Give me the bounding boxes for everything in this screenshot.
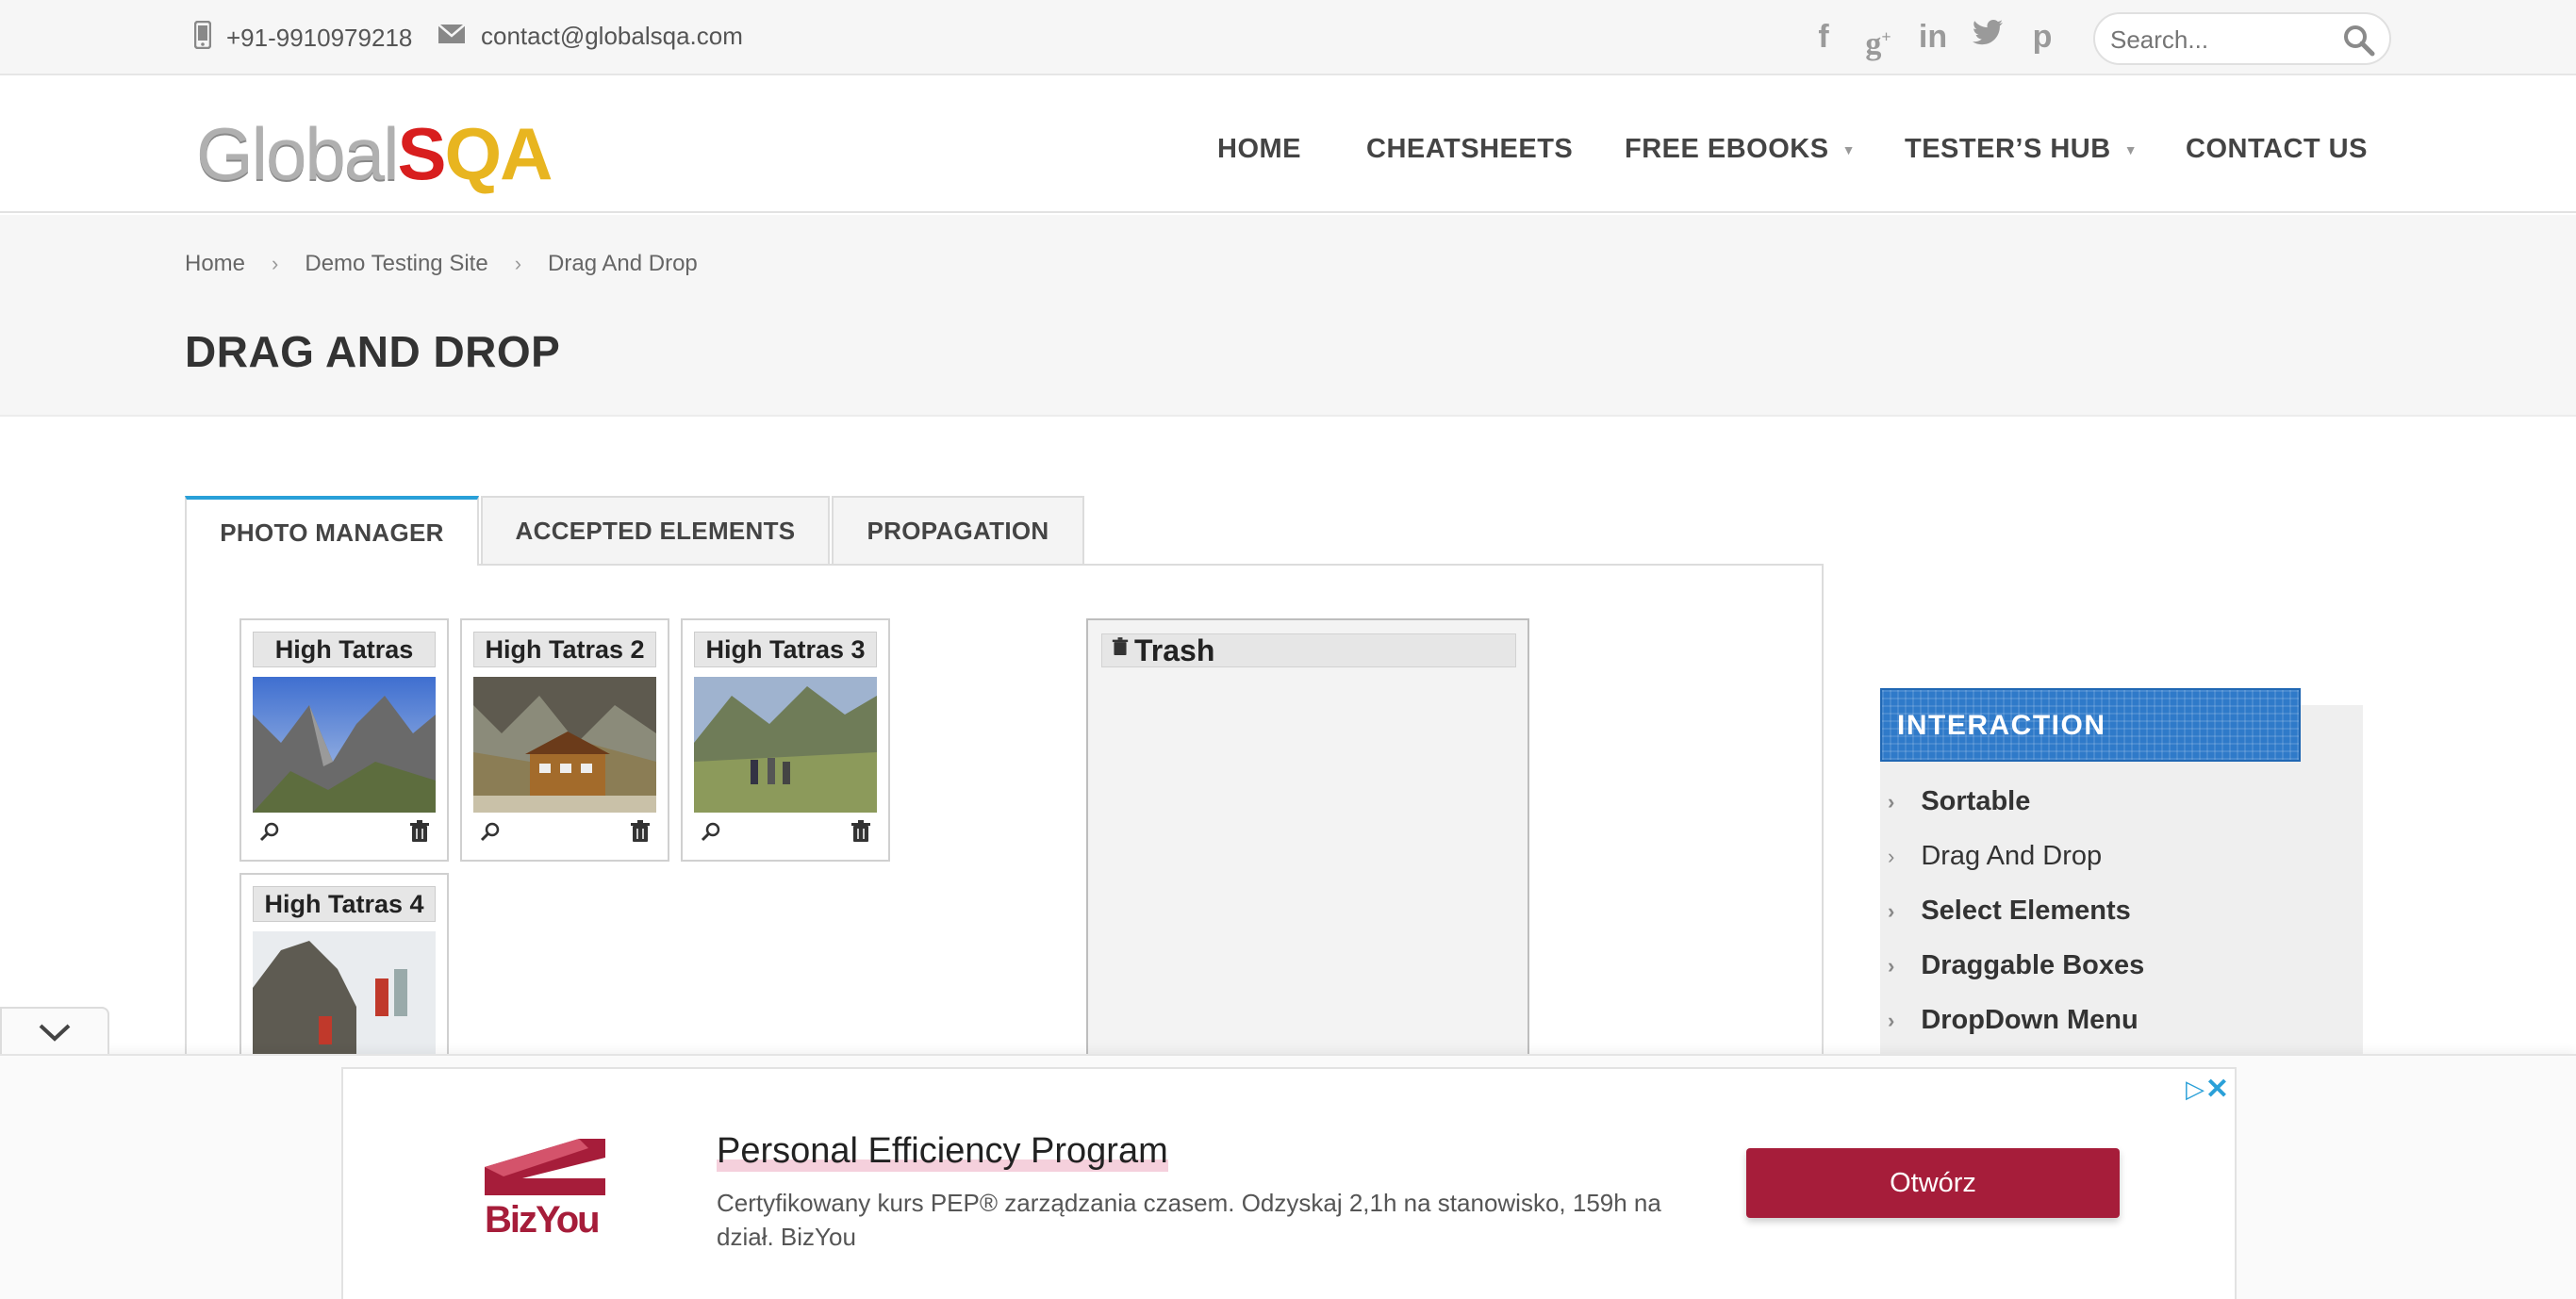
email-address[interactable]: contact@globalsqa.com bbox=[481, 22, 743, 51]
page-header-band: Home › Demo Testing Site › Drag And Drop… bbox=[0, 215, 2576, 417]
nav-cheatsheets[interactable]: CHEATSHEETS bbox=[1366, 134, 1573, 165]
breadcrumb: Home › Demo Testing Site › Drag And Drop bbox=[185, 251, 698, 277]
caret-down-icon: ▼ bbox=[1841, 141, 1856, 157]
phone-number: +91-9910979218 bbox=[226, 24, 413, 52]
trash-icon bbox=[1112, 637, 1129, 655]
search-icon[interactable] bbox=[2340, 22, 2378, 59]
nav-testers-hub[interactable]: TESTER’S HUB ▼ bbox=[1905, 134, 2138, 165]
twitter-icon[interactable] bbox=[1971, 19, 2005, 55]
page-title: DRAG AND DROP bbox=[185, 327, 561, 376]
trash-icon[interactable] bbox=[850, 820, 871, 843]
nav-contact-us[interactable]: CONTACT US bbox=[2186, 134, 2368, 165]
nav-free-ebooks[interactable]: FREE EBOOKS ▼ bbox=[1625, 134, 1856, 165]
sidebar-item-label: Select Elements bbox=[1921, 896, 2131, 926]
breadcrumb-current: Drag And Drop bbox=[548, 251, 698, 276]
bizyou-logo: BizYou bbox=[485, 1139, 605, 1241]
sidebar-item-label: Sortable bbox=[1921, 786, 2031, 816]
chevron-right-icon: › bbox=[1888, 1008, 1895, 1032]
trash-icon[interactable] bbox=[409, 820, 430, 843]
hikers-photo bbox=[694, 677, 877, 813]
tab-accepted-elements[interactable]: ACCEPTED ELEMENTS bbox=[481, 496, 830, 564]
ad-collapse-button[interactable] bbox=[0, 1007, 109, 1054]
search-input[interactable] bbox=[2110, 24, 2337, 56]
nav-home-label: HOME bbox=[1217, 134, 1301, 164]
ad-banner: BizYou Personal Efficiency Program Certy… bbox=[0, 1054, 2576, 1299]
widget-title: INTERACTION bbox=[1880, 688, 2301, 762]
chevron-down-icon bbox=[39, 1024, 71, 1042]
ad-title[interactable]: Personal Efficiency Program bbox=[717, 1131, 1168, 1172]
logo-text-global: Global bbox=[196, 112, 399, 195]
logo-text-s: S bbox=[397, 112, 446, 195]
tab-photo-manager[interactable]: PHOTO MANAGER bbox=[185, 496, 479, 566]
ad-description: Certyfikowany kurs PEP® zarządzania czas… bbox=[717, 1189, 1661, 1251]
gallery-item[interactable]: High Tatras bbox=[239, 618, 449, 862]
sidebar-item-draggable-boxes[interactable]: › Draggable Boxes bbox=[1888, 950, 2144, 981]
tab-propagation[interactable]: PROPAGATION bbox=[832, 496, 1084, 564]
ad-open-button[interactable]: Otwórz bbox=[1746, 1148, 2120, 1218]
chevron-right-icon: › bbox=[514, 252, 522, 275]
sidebar-item-label: DropDown Menu bbox=[1921, 1005, 2138, 1035]
mountain-photo bbox=[253, 677, 436, 813]
logo-text-qa: QA bbox=[444, 112, 553, 195]
search-box bbox=[2093, 12, 2391, 65]
gallery-item-title: High Tatras bbox=[253, 632, 436, 667]
breadcrumb-demo-site[interactable]: Demo Testing Site bbox=[305, 251, 487, 277]
trash-title: Trash bbox=[1134, 633, 1215, 667]
sidebar-item-sortable[interactable]: › Sortable bbox=[1888, 786, 2030, 817]
sidebar-item-label: Drag And Drop bbox=[1921, 841, 2103, 871]
tab-label: ACCEPTED ELEMENTS bbox=[515, 516, 796, 545]
ad-brand: BizYou bbox=[485, 1199, 601, 1241]
tab-label: PHOTO MANAGER bbox=[220, 518, 444, 547]
gallery-item-title: High Tatras 4 bbox=[253, 886, 436, 922]
phone-contact: +91-9910979218 bbox=[193, 20, 413, 56]
email-contact[interactable]: contact@globalsqa.com bbox=[438, 21, 743, 51]
sidebar-item-dropdown-menu[interactable]: › DropDown Menu bbox=[1888, 1005, 2138, 1036]
sidebar-item-label: Draggable Boxes bbox=[1921, 950, 2145, 980]
nav-testers-hub-label: TESTER’S HUB bbox=[1905, 134, 2111, 164]
site-header: GlobalSQA HOME CHEATSHEETS FREE EBOOKS ▼ … bbox=[0, 75, 2576, 213]
nav-cheatsheets-label: CHEATSHEETS bbox=[1366, 134, 1574, 164]
gallery-item[interactable]: High Tatras 2 bbox=[460, 618, 669, 862]
mobile-phone-icon bbox=[193, 20, 212, 56]
zoom-icon[interactable] bbox=[479, 820, 502, 843]
breadcrumb-home[interactable]: Home bbox=[185, 251, 245, 277]
gallery-item-title: High Tatras 2 bbox=[473, 632, 656, 667]
sidebar-item-select-elements[interactable]: › Select Elements bbox=[1888, 896, 2131, 927]
sidebar-item-drag-and-drop[interactable]: › Drag And Drop bbox=[1888, 841, 2102, 872]
chevron-right-icon: › bbox=[272, 252, 279, 275]
social-links: f g+ in p bbox=[1807, 19, 2059, 61]
ad-card[interactable]: BizYou Personal Efficiency Program Certy… bbox=[341, 1067, 2237, 1299]
nav-free-ebooks-label: FREE EBOOKS bbox=[1625, 134, 1829, 164]
chevron-right-icon: › bbox=[1888, 953, 1895, 978]
caret-down-icon: ▼ bbox=[2123, 141, 2138, 157]
gallery-item-title: High Tatras 3 bbox=[694, 632, 877, 667]
envelope-icon bbox=[438, 21, 466, 51]
zoom-icon[interactable] bbox=[700, 820, 722, 843]
mountain-hut-photo bbox=[473, 677, 656, 813]
trash-header: Trash bbox=[1101, 633, 1516, 667]
google-plus-icon[interactable]: g+ bbox=[1861, 19, 1895, 61]
trash-icon[interactable] bbox=[630, 820, 651, 843]
chevron-right-icon: › bbox=[1888, 898, 1895, 923]
zoom-icon[interactable] bbox=[258, 820, 281, 843]
nav-home[interactable]: HOME bbox=[1217, 134, 1301, 165]
nav-contact-us-label: CONTACT US bbox=[2186, 134, 2368, 164]
chevron-right-icon: › bbox=[1888, 789, 1895, 814]
top-bar: +91-9910979218 contact@globalsqa.com f g… bbox=[0, 0, 2576, 75]
facebook-icon[interactable]: f bbox=[1807, 19, 1841, 55]
close-icon[interactable]: ✕ bbox=[2205, 1073, 2229, 1106]
pinterest-icon[interactable]: p bbox=[2025, 19, 2059, 55]
tab-label: PROPAGATION bbox=[867, 516, 1049, 545]
chevron-right-icon: › bbox=[1888, 844, 1895, 868]
site-logo[interactable]: GlobalSQA bbox=[196, 111, 553, 197]
adchoices-icon[interactable]: ▷ bbox=[2186, 1075, 2204, 1104]
linkedin-icon[interactable]: in bbox=[1916, 19, 1950, 55]
gallery-item[interactable]: High Tatras 3 bbox=[681, 618, 890, 862]
climbers-photo bbox=[253, 931, 436, 1067]
